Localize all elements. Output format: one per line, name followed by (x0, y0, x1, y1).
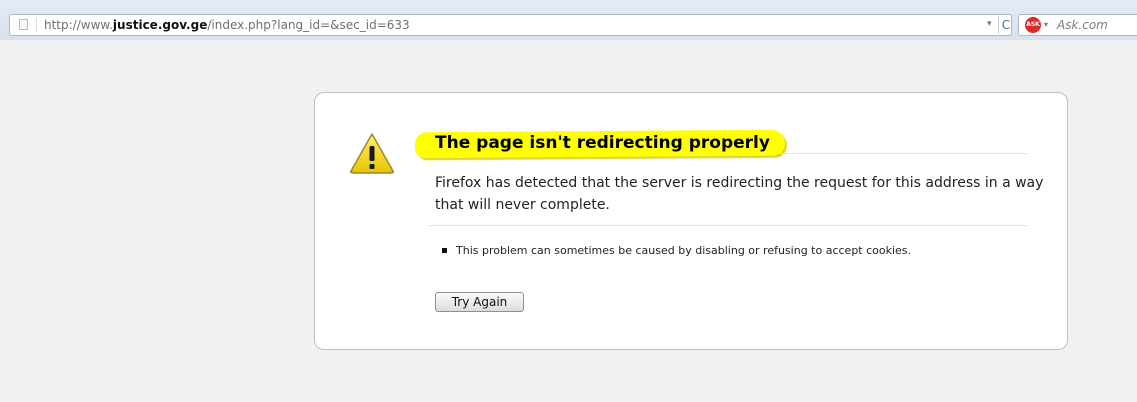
error-description: Firefox has detected that the server is … (435, 175, 1044, 213)
divider-middle (428, 225, 1028, 226)
page-icon-glyph (19, 19, 28, 30)
try-again-button[interactable]: Try Again (435, 292, 524, 312)
warning-icon (350, 133, 394, 174)
url-prefix: http://www. (44, 18, 113, 32)
url-text[interactable]: http://www.justice.gov.ge/index.php?lang… (44, 18, 410, 32)
error-title: The page isn't redirecting properly (435, 133, 770, 153)
search-engine-dropdown-icon[interactable]: ▾ (1044, 20, 1048, 29)
ask-logo-icon[interactable]: ASK (1025, 17, 1041, 33)
url-path: /index.php?lang_id=&sec_id=633 (207, 18, 410, 32)
url-history-dropdown-icon[interactable]: ▾ (987, 19, 992, 29)
divider-top (428, 153, 1028, 154)
page-icon[interactable] (14, 18, 37, 32)
browser-toolbar: http://www.justice.gov.ge/index.php?lang… (0, 0, 1137, 40)
bullet-icon (442, 248, 447, 253)
address-bar[interactable]: http://www.justice.gov.ge/index.php?lang… (9, 14, 1012, 36)
url-domain: justice.gov.ge (112, 18, 208, 32)
search-input[interactable]: Ask.com (1057, 18, 1108, 32)
search-bar[interactable]: ASK ▾ Ask.com (1018, 14, 1137, 36)
error-container: The page isn't redirecting properly Fire… (314, 92, 1068, 350)
hint-item: This problem can sometimes be caused by … (456, 244, 912, 257)
reload-icon[interactable]: C (998, 16, 1013, 34)
